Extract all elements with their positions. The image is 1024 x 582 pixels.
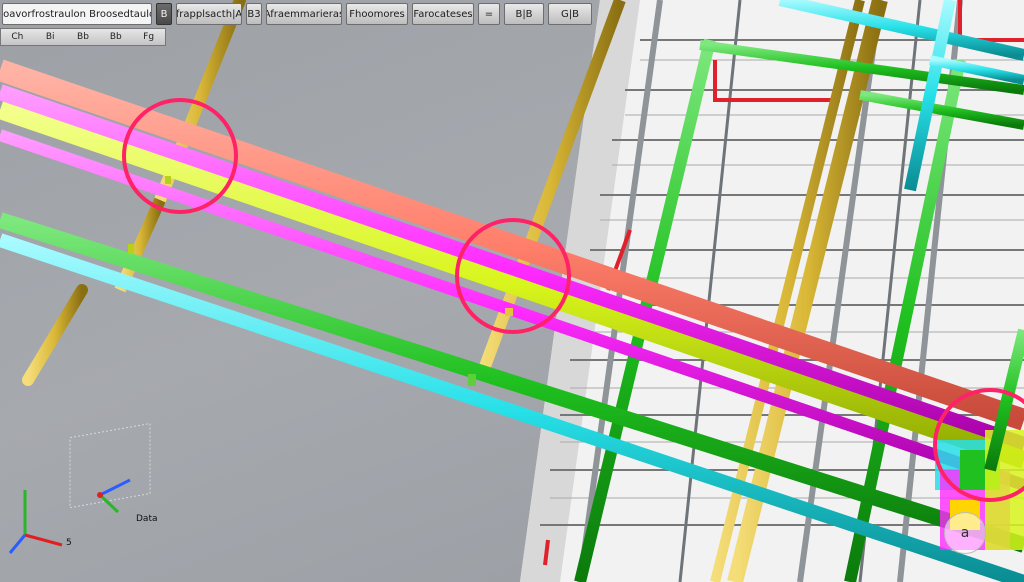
- axis-label: 5: [66, 538, 72, 548]
- sub-toolbar-item-4[interactable]: Bb: [99, 32, 132, 42]
- orientation-gizmo: [8, 422, 151, 554]
- sub-toolbar-item-5[interactable]: Fg: [132, 32, 165, 42]
- toolbar-button-8[interactable]: B|B: [504, 3, 544, 25]
- 3d-viewport[interactable]: [0, 0, 1024, 582]
- sub-toolbar-item-2[interactable]: Bi: [34, 32, 67, 42]
- sub-toolbar-item-1[interactable]: Ch: [1, 32, 34, 42]
- watermark-badge: a: [944, 512, 986, 554]
- toolbar-button-6[interactable]: Farocateses: [412, 3, 474, 25]
- sub-toolbar-item-3[interactable]: Bb: [67, 32, 100, 42]
- toolbar-button-3[interactable]: B3: [246, 3, 262, 25]
- gizmo-label: Data: [136, 514, 158, 524]
- toolbar-button-5[interactable]: Fhoomores: [346, 3, 408, 25]
- toolbar-button-1[interactable]: B: [156, 3, 172, 25]
- model-canvas[interactable]: [0, 0, 1024, 582]
- toolbar-button-2[interactable]: frapplsacth|A: [176, 3, 242, 25]
- toolbar: Trooavorfrostraulon Broosedtaulobr B fra…: [0, 0, 640, 28]
- toolbar-button-7[interactable]: =: [478, 3, 500, 25]
- toolbar-button-4[interactable]: Afraemmarieras: [266, 3, 342, 25]
- sub-toolbar: Ch Bi Bb Bb Fg: [0, 28, 166, 46]
- toolbar-button-9[interactable]: G|B: [548, 3, 592, 25]
- document-title: Trooavorfrostraulon Broosedtaulobr: [2, 3, 152, 25]
